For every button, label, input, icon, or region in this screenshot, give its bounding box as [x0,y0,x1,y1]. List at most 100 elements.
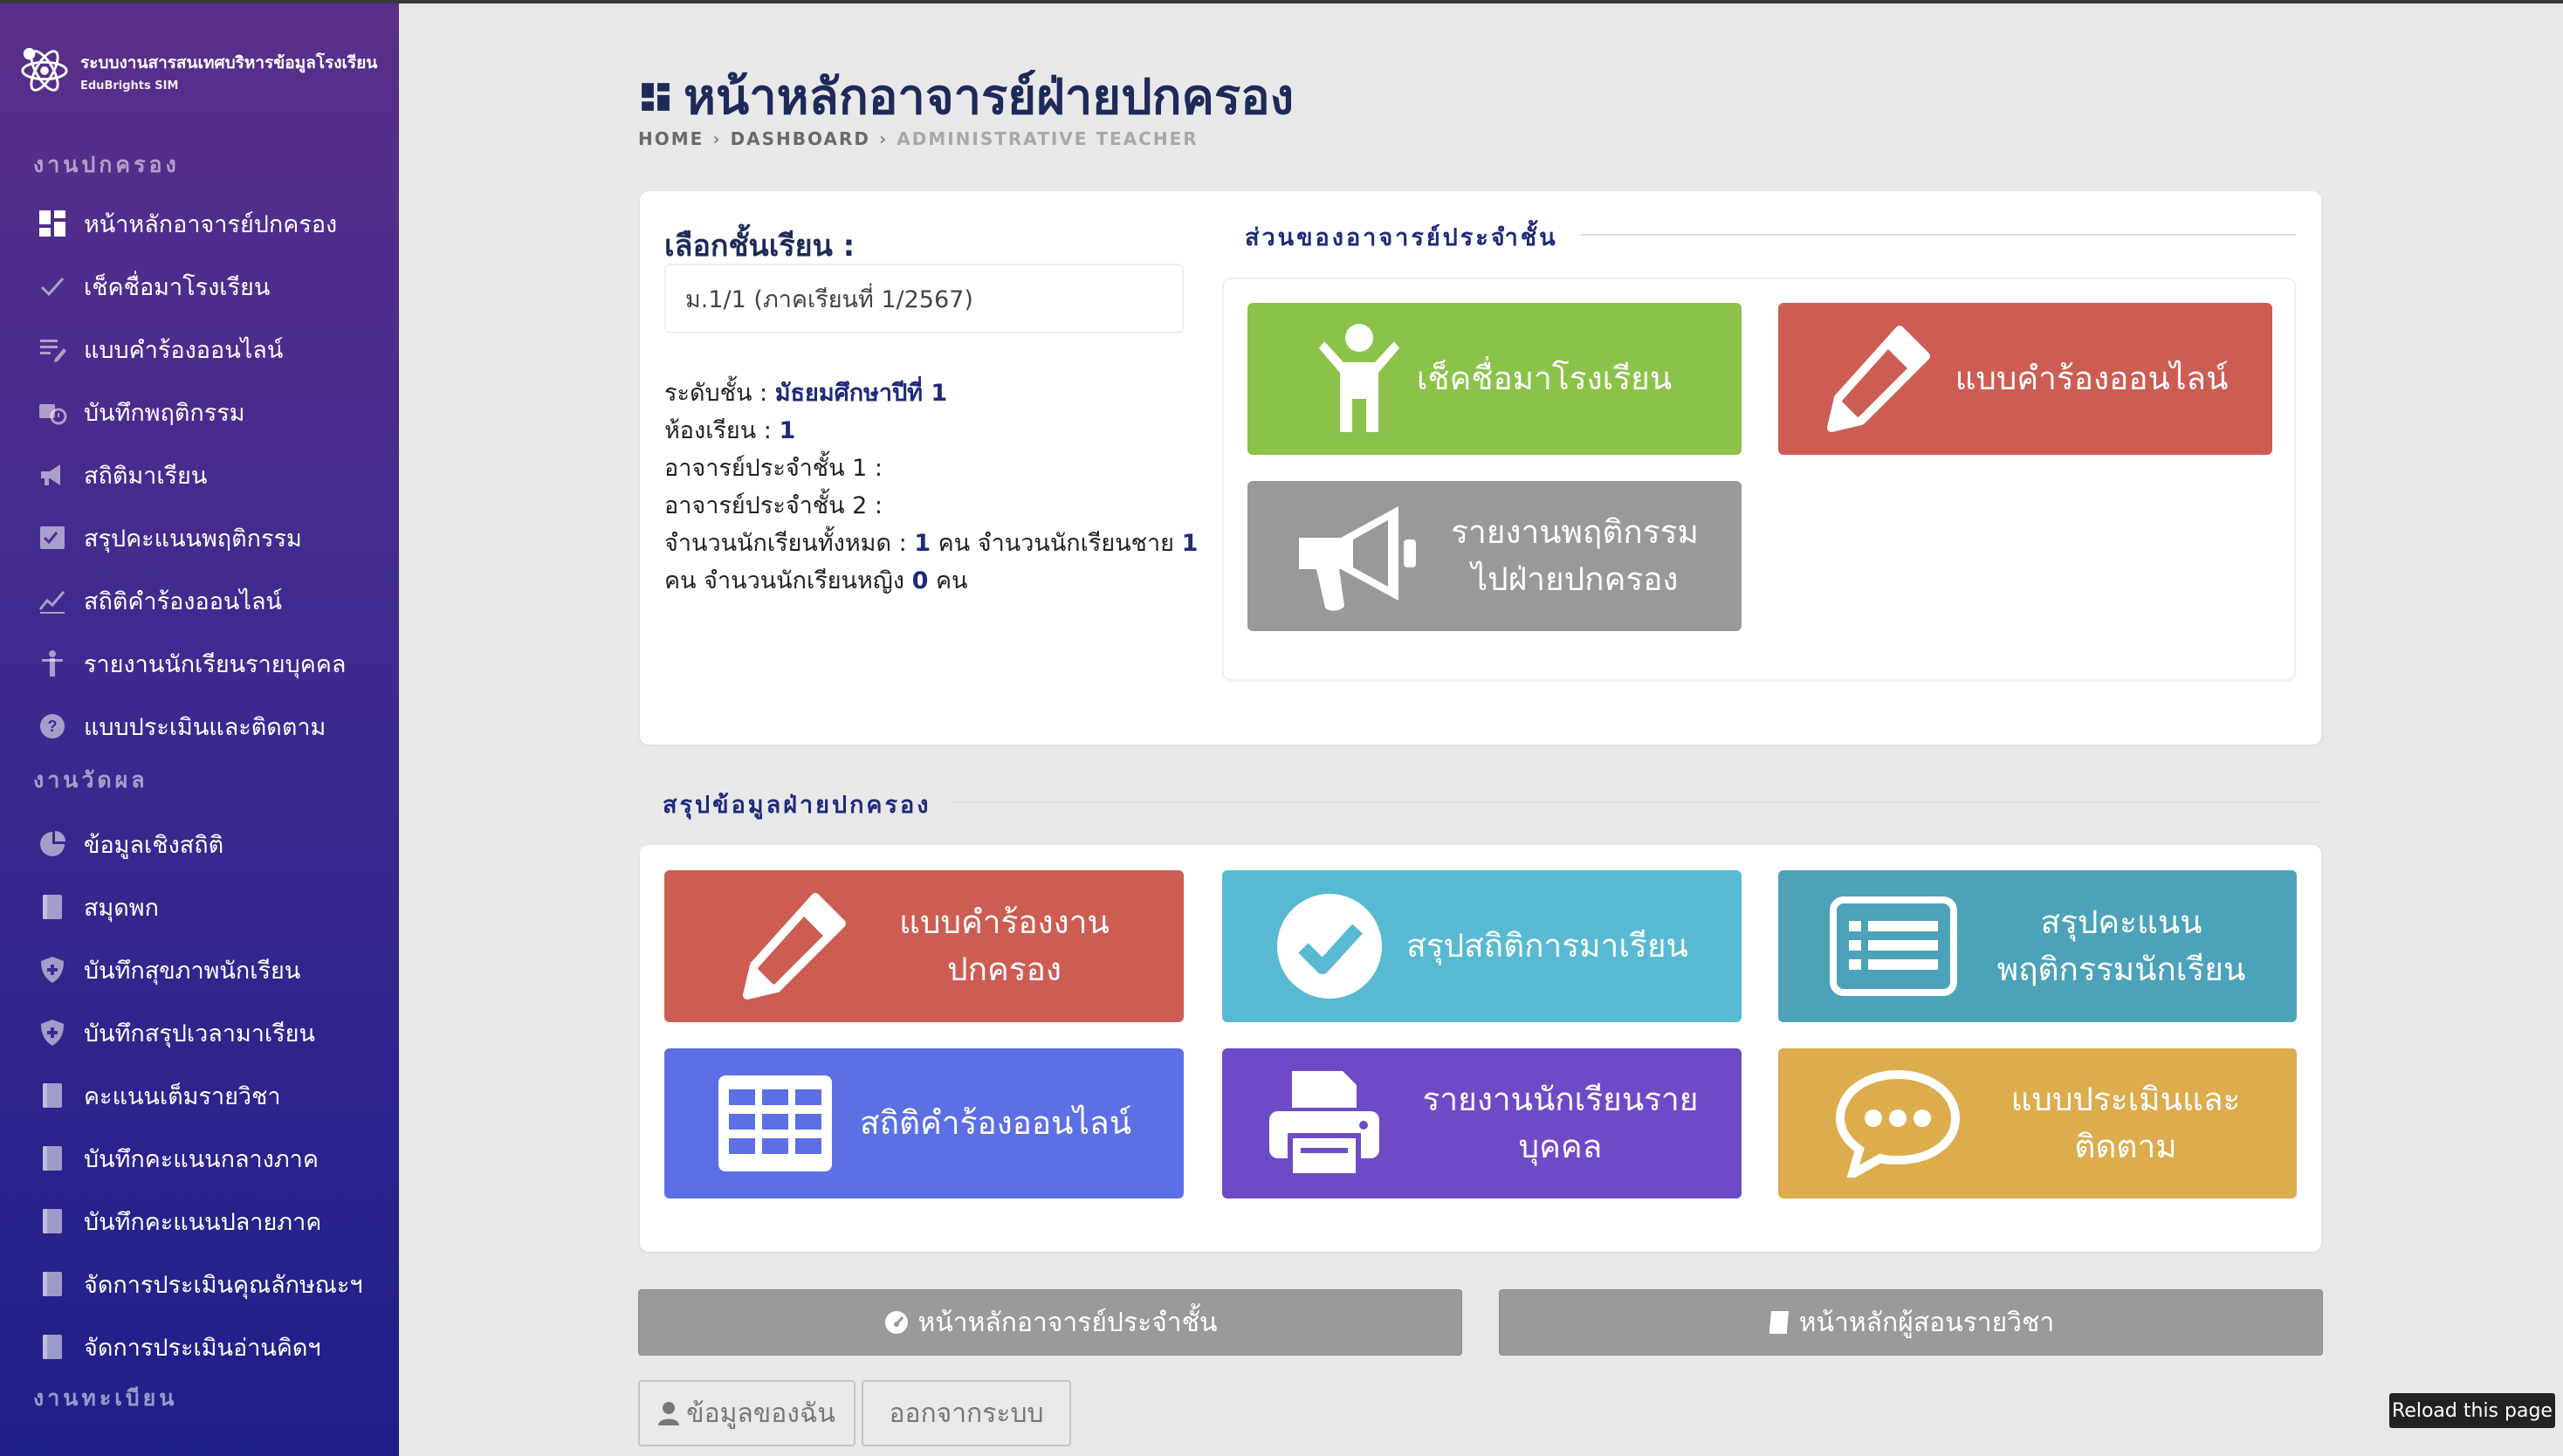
bullhorn-icon [1290,499,1419,613]
sidebar-item-midterm-score[interactable]: บันทึกคะแนนกลางภาค [35,1137,319,1180]
class-level-row: ระดับชั้น : มัธยมศึกษาปีที่ 1 [664,374,947,411]
breadcrumb-dashboard[interactable]: DASHBOARD [731,128,870,149]
pencil-icon [739,892,847,1000]
student-count-row-2: คน จำนวนนักเรียนหญิง 0 คน [664,561,968,599]
sidebar-item-label: สมุดพก [84,894,159,922]
sidebar-item-request-stats[interactable]: สถิติคำร้องออนไลน์ [35,579,282,622]
sidebar-section-title: งานปกครอง [33,152,180,177]
sidebar-item-individual-report[interactable]: รายงานนักเรียนรายบุคคล [35,642,346,685]
teacher2-label: อาจารย์ประจำชั้น 2 : [664,492,883,519]
page-title-text: หน้าหลักอาจารย์ฝ่ายปกครอง [684,69,1295,126]
tile-assessment[interactable]: แบบประเมินและ ติดตาม [1778,1048,2297,1198]
subject-home-button[interactable]: หน้าหลักผู้สอนรายวิชา [1499,1289,2323,1356]
chevron-right-icon: › [878,128,889,149]
female-label: จำนวนนักเรียนหญิง [704,567,904,594]
behavior-icon [35,395,70,429]
sidebar-item-label: บันทึกคะแนนปลายภาค [84,1208,322,1236]
sidebar-item-final-score[interactable]: บันทึกคะแนนปลายภาค [35,1199,321,1243]
shield-icon [35,1015,70,1050]
tile-behavior-score-summary[interactable]: สรุปคะแนน พฤติกรรมนักเรียน [1778,870,2297,1022]
book-icon [35,1078,70,1113]
sidebar-item-report-book[interactable]: สมุดพก [35,885,159,929]
subject-home-label: หน้าหลักผู้สอนรายวิชา [1798,1307,2055,1338]
sidebar-item-behavior-record[interactable]: บันทึกพฤติกรรม [35,390,245,434]
tile-behavior-report[interactable]: รายงานพฤติกรรม ไปฝ่ายปกครอง [1247,481,1742,631]
form-list-icon [35,332,70,367]
unit-person: คน [938,530,971,557]
teacher1-label: อาจารย์ประจำชั้น 1 : [664,455,883,482]
sidebar-item-label: ข้อมูลเชิงสถิติ [84,831,224,859]
svg-text:?: ? [48,718,58,735]
sidebar-item-online-request[interactable]: แบบคำร้องออนไลน์ [35,327,283,371]
class-select[interactable]: ม.1/1 (ภาคเรียนที่ 1/2567) [664,264,1184,333]
homeroom-home-button[interactable]: หน้าหลักอาจารย์ประจำชั้น [638,1289,1462,1356]
tile-request-admin[interactable]: แบบคำร้องงาน ปกครอง [664,870,1184,1022]
total-value: 1 [914,530,931,557]
sidebar-item-reading-thinking[interactable]: จัดการประเมินอ่านคิดฯ [35,1325,321,1369]
sidebar-item-label: บันทึกสรุปเวลามาเรียน [84,1020,315,1047]
check-circle-icon [1275,892,1384,1000]
reload-page-button[interactable]: Reload this page [2389,1393,2555,1428]
sidebar-item-attendance-time[interactable]: บันทึกสรุปเวลามาเรียน [35,1011,315,1054]
sidebar-item-label: บันทึกพฤติกรรม [84,399,245,427]
sidebar-item-label: แบบประเมินและติดตาม [84,713,326,741]
dashboard-gauge-icon [883,1309,910,1336]
pie-chart-icon [35,827,70,862]
tile-online-request[interactable]: แบบคำร้องออนไลน์ [1778,303,2272,455]
total-label: จำนวนนักเรียนทั้งหมด : [664,530,907,557]
child-icon [1317,322,1401,436]
shield-icon [35,952,70,987]
tile-attendance-check[interactable]: เช็คชื่อมาโรงเรียน [1247,303,1742,455]
sidebar-item-label: จัดการประเมินอ่านคิดฯ [84,1334,321,1362]
checklist-icon [35,520,70,555]
tile-label: รายงานพฤติกรรม ไปฝ่ายปกครอง [1451,513,1699,598]
sidebar-item-characteristics[interactable]: จัดการประเมินคุณลักษณะฯ [35,1262,363,1306]
sidebar-item-health-record[interactable]: บันทึกสุขภาพนักเรียน [35,948,300,992]
question-icon: ? [35,709,70,744]
breadcrumb-home[interactable]: HOME [638,128,704,149]
logout-button[interactable]: ออกจากระบบ [862,1380,1071,1446]
tile-label: แบบคำร้องออนไลน์ [1955,360,2229,398]
homeroom-section-title: ส่วนของอาจารย์ประจำชั้น [1222,218,1581,256]
tile-label: แบบคำร้องงาน ปกครอง [899,903,1110,988]
atom-logo-icon [21,47,68,92]
sidebar-item-assessment[interactable]: ? แบบประเมินและติดตาม [35,704,326,748]
comment-icon [1835,1069,1961,1178]
sidebar-item-admin-dashboard[interactable]: หน้าหลักอาจารย์ปกครอง [35,202,337,245]
sidebar-item-statistics[interactable]: ข้อมูลเชิงสถิติ [35,822,223,866]
table-icon [717,1074,834,1173]
sidebar-item-full-score[interactable]: คะแนนเต็มรายวิชา [35,1074,281,1117]
brand[interactable]: ระบบงานสารสนเทศบริหารข้อมูลโรงเรียน EduB… [19,45,377,96]
brand-subtitle: EduBrights SIM [80,79,179,93]
my-profile-button[interactable]: ข้อมูลของฉัน [638,1380,855,1446]
chevron-right-icon: › [712,128,722,149]
male-label: จำนวนนักเรียนชาย [977,530,1174,557]
tile-individual-report[interactable]: รายงานนักเรียนราย บุคคล [1222,1048,1742,1198]
homeroom-home-label: หน้าหลักอาจารย์ประจำชั้น [917,1307,1218,1338]
teacher2-row: อาจารย์ประจำชั้น 2 : [664,486,883,524]
check-icon [35,269,70,304]
dashboard-icon [35,206,70,241]
unit-person: คน [935,567,968,594]
tile-label: สรุปคะแนน พฤติกรรมนักเรียน [1996,903,2246,988]
sidebar-item-attendance-stats[interactable]: สถิติมาเรียน [35,453,207,497]
tile-attendance-summary[interactable]: สรุปสถิติการมาเรียน [1222,870,1742,1022]
dashboard-icon [642,82,670,111]
book-icon [35,1267,70,1301]
sidebar: ระบบงานสารสนเทศบริหารข้อมูลโรงเรียน EduB… [0,3,399,1456]
sidebar-item-label: สถิติคำร้องออนไลน์ [84,587,282,615]
book-icon [35,1329,70,1364]
sidebar-item-behavior-summary[interactable]: สรุปคะแนนพฤติกรรม [35,516,302,560]
book-icon [1768,1309,1790,1336]
tile-label: เช็คชื่อมาโรงเรียน [1416,360,1673,398]
summary-section-title: สรุปข้อมูลฝ่ายปกครอง [640,786,954,823]
person-icon [35,646,70,681]
sidebar-item-label: บันทึกคะแนนกลางภาค [84,1145,319,1173]
trend-icon [35,583,70,618]
tile-request-stats[interactable]: สถิติคำร้องออนไลน์ [664,1048,1184,1198]
tile-label: รายงานนักเรียนราย บุคคล [1422,1081,1699,1165]
sidebar-section-title: งานทะเบียน [33,1385,178,1411]
sidebar-item-attendance-check[interactable]: เช็คชื่อมาโรงเรียน [35,264,270,308]
sidebar-item-label: บันทึกสุขภาพนักเรียน [84,957,301,985]
sidebar-item-label: เช็คชื่อมาโรงเรียน [84,273,271,301]
